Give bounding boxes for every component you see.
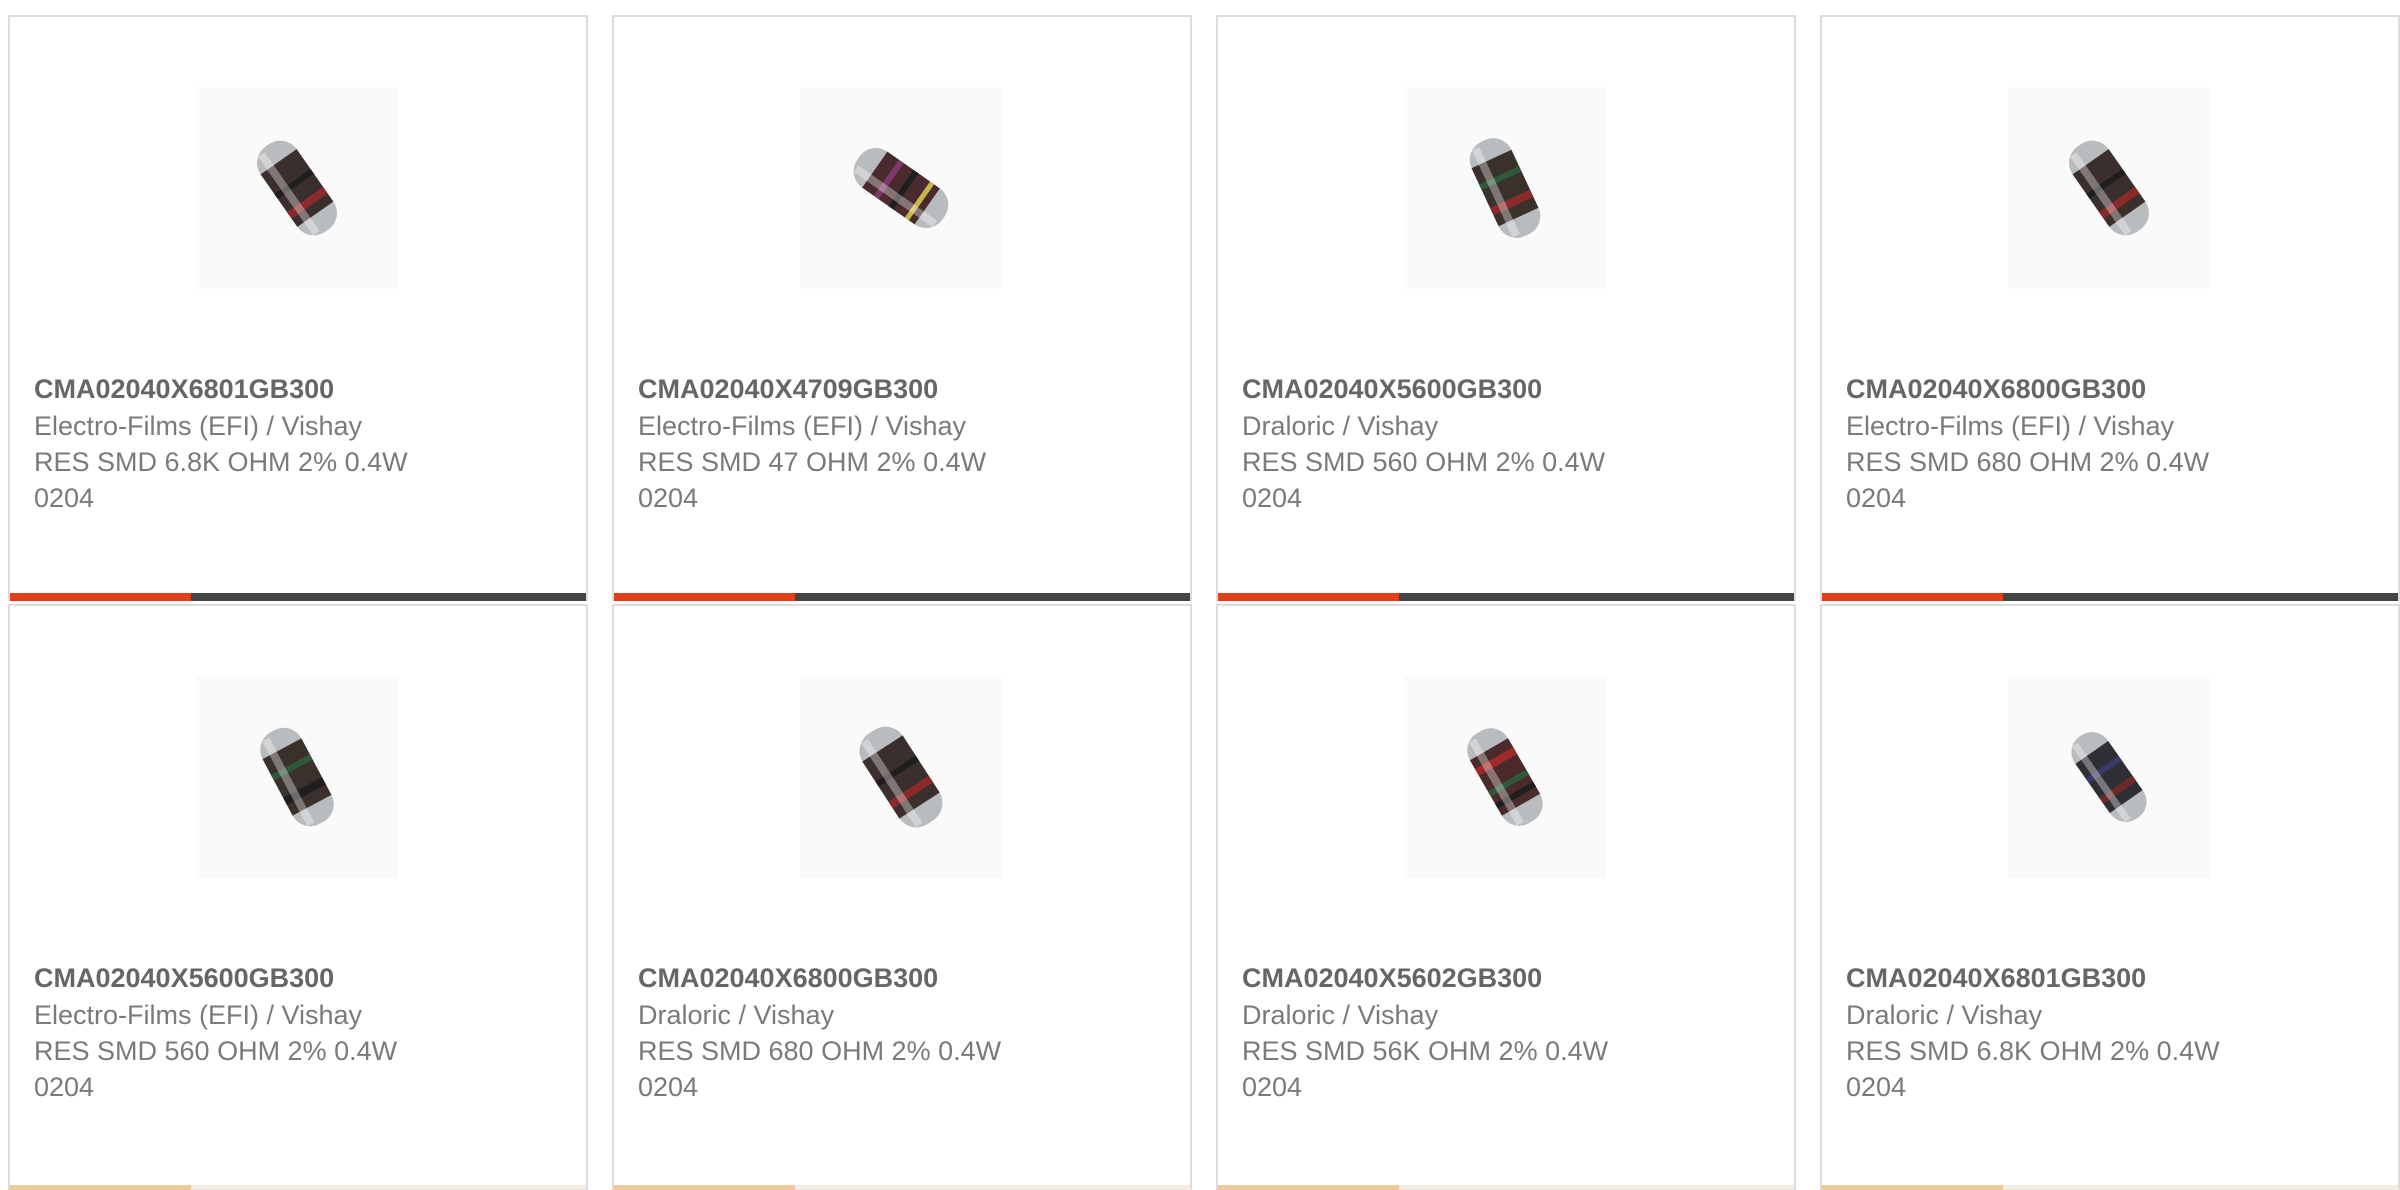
resistor-image[interactable] <box>196 676 398 878</box>
package: 0204 <box>638 483 699 513</box>
product-card[interactable]: CMA02040X5600GB300 Electro-Films (EFI) /… <box>8 604 588 1190</box>
part-number[interactable]: CMA02040X4709GB300 <box>638 374 938 405</box>
card-footer-accent <box>1822 593 2004 601</box>
package: 0204 <box>34 1072 95 1102</box>
resistor-image[interactable] <box>2008 676 2210 878</box>
part-number[interactable]: CMA02040X5602GB300 <box>1242 963 1542 994</box>
product-card[interactable]: CMA02040X4709GB300 Electro-Films (EFI) /… <box>612 15 1192 601</box>
description: RES SMD 680 OHM 2% 0.4W <box>1846 447 2210 477</box>
card-footer-bar <box>1822 1185 2398 1190</box>
resistor-image[interactable] <box>1404 87 1606 289</box>
product-card[interactable]: CMA02040X6800GB300 Draloric / Vishay RES… <box>612 604 1192 1190</box>
card-footer-bar <box>614 1185 1190 1190</box>
description: RES SMD 6.8K OHM 2% 0.4W <box>34 447 408 477</box>
product-grid: CMA02040X6801GB300 Electro-Films (EFI) /… <box>0 0 2400 1190</box>
card-footer-accent <box>10 1185 192 1190</box>
description: RES SMD 47 OHM 2% 0.4W <box>638 447 987 477</box>
resistor-image[interactable] <box>2008 87 2210 289</box>
manufacturer: Draloric / Vishay <box>1242 411 1439 441</box>
package: 0204 <box>1846 483 1907 513</box>
product-card[interactable]: CMA02040X6801GB300 Draloric / Vishay RES… <box>1820 604 2400 1190</box>
resistor-image[interactable] <box>800 676 1002 878</box>
card-footer-bar <box>614 593 1190 601</box>
description: RES SMD 56K OHM 2% 0.4W <box>1242 1036 1609 1066</box>
manufacturer: Electro-Films (EFI) / Vishay <box>1846 411 2175 441</box>
package: 0204 <box>34 483 95 513</box>
manufacturer: Electro-Films (EFI) / Vishay <box>34 411 363 441</box>
card-footer-accent <box>1822 1185 2004 1190</box>
part-number[interactable]: CMA02040X5600GB300 <box>34 963 334 994</box>
description: RES SMD 560 OHM 2% 0.4W <box>34 1036 398 1066</box>
card-footer-accent <box>1218 1185 1400 1190</box>
resistor-image[interactable] <box>1404 676 1606 878</box>
card-footer-bar <box>10 593 586 601</box>
product-card[interactable]: CMA02040X6801GB300 Electro-Films (EFI) /… <box>8 15 588 601</box>
resistor-image[interactable] <box>196 87 398 289</box>
part-number[interactable]: CMA02040X6801GB300 <box>1846 963 2146 994</box>
part-number[interactable]: CMA02040X6801GB300 <box>34 374 334 405</box>
part-number[interactable]: CMA02040X6800GB300 <box>1846 374 2146 405</box>
description: RES SMD 680 OHM 2% 0.4W <box>638 1036 1002 1066</box>
manufacturer: Draloric / Vishay <box>1242 1000 1439 1030</box>
package: 0204 <box>1242 1072 1303 1102</box>
card-footer-accent <box>10 593 192 601</box>
product-card[interactable]: CMA02040X5602GB300 Draloric / Vishay RES… <box>1216 604 1796 1190</box>
manufacturer: Draloric / Vishay <box>638 1000 835 1030</box>
package: 0204 <box>638 1072 699 1102</box>
manufacturer: Electro-Films (EFI) / Vishay <box>638 411 967 441</box>
product-card[interactable]: CMA02040X5600GB300 Draloric / Vishay RES… <box>1216 15 1796 601</box>
card-footer-bar <box>1218 1185 1794 1190</box>
part-number[interactable]: CMA02040X6800GB300 <box>638 963 938 994</box>
package: 0204 <box>1242 483 1303 513</box>
description: RES SMD 6.8K OHM 2% 0.4W <box>1846 1036 2220 1066</box>
card-footer-bar <box>10 1185 586 1190</box>
card-footer-bar <box>1822 593 2398 601</box>
manufacturer: Electro-Films (EFI) / Vishay <box>34 1000 363 1030</box>
card-footer-accent <box>614 1185 796 1190</box>
product-card[interactable]: CMA02040X6800GB300 Electro-Films (EFI) /… <box>1820 15 2400 601</box>
card-footer-bar <box>1218 593 1794 601</box>
part-number[interactable]: CMA02040X5600GB300 <box>1242 374 1542 405</box>
card-footer-accent <box>1218 593 1400 601</box>
description: RES SMD 560 OHM 2% 0.4W <box>1242 447 1606 477</box>
card-footer-accent <box>614 593 796 601</box>
manufacturer: Draloric / Vishay <box>1846 1000 2043 1030</box>
package: 0204 <box>1846 1072 1907 1102</box>
resistor-image[interactable] <box>800 87 1002 289</box>
